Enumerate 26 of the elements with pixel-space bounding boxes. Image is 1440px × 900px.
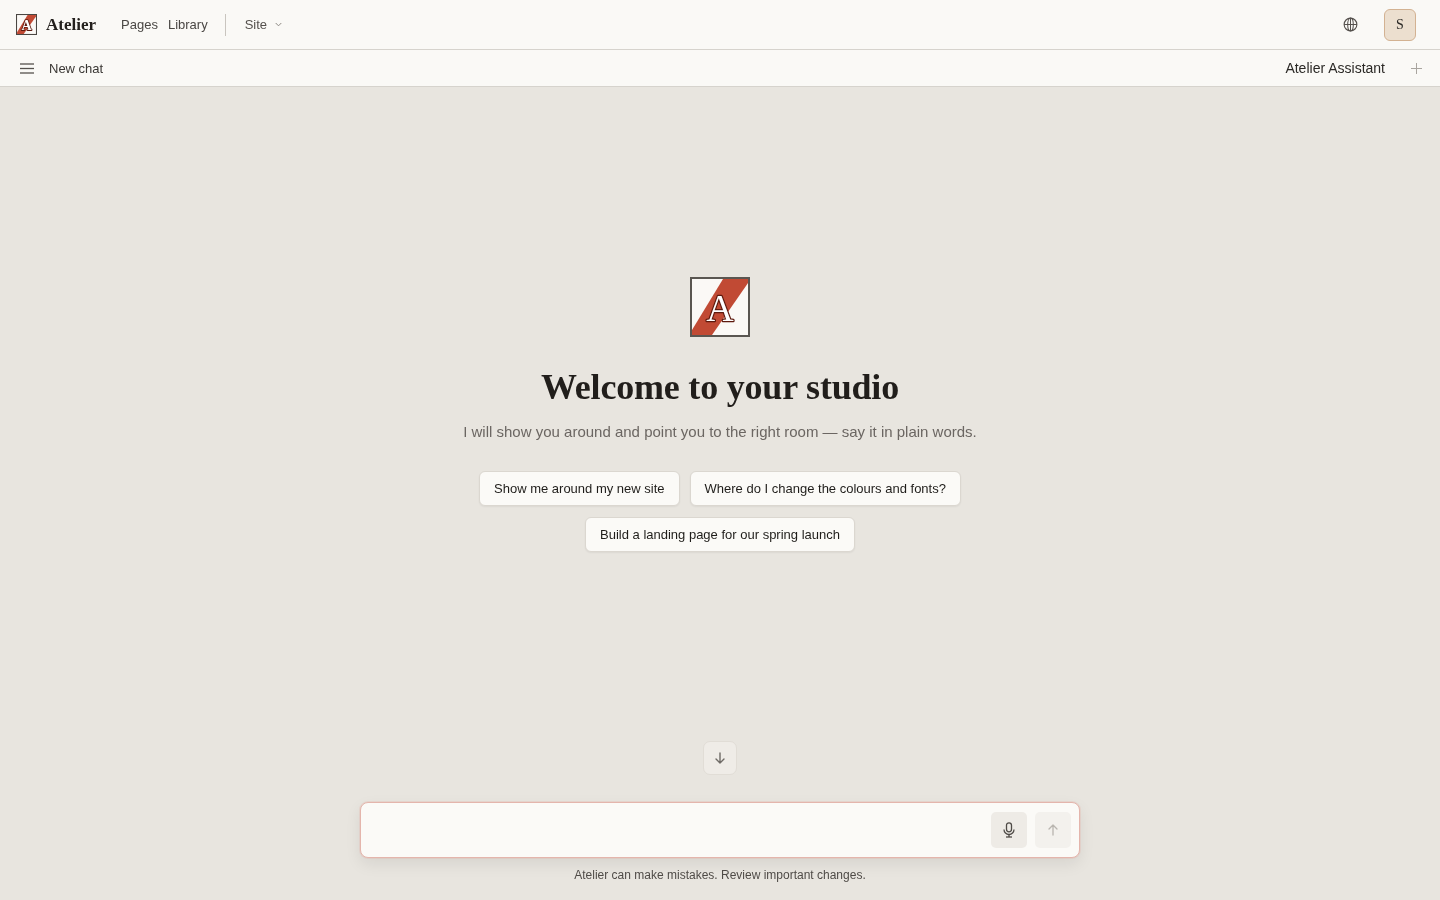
chevron-down-icon (275, 22, 283, 27)
disclaimer-text: Atelier can make mistakes. Review important changes. (574, 868, 866, 882)
suggestion-button[interactable]: Build a landing page for our spring launch (585, 517, 855, 552)
menu-icon (20, 62, 34, 74)
nav-link[interactable]: Library (167, 17, 208, 32)
site-dropdown[interactable]: Site (244, 17, 283, 32)
assistant-title: Atelier Assistant (1285, 60, 1385, 76)
suggestion-button[interactable]: Where do I change the colours and fonts? (689, 471, 961, 506)
arrow-up-icon (1047, 824, 1059, 836)
arrow-down-icon (714, 752, 726, 764)
menu-button[interactable] (20, 62, 34, 74)
plus-icon (1411, 62, 1422, 74)
language-button[interactable] (1343, 17, 1358, 32)
microphone-button[interactable] (991, 812, 1027, 848)
welcome-title: Welcome to your studio (541, 366, 899, 408)
globe-icon (1343, 17, 1358, 32)
brand-name: Atelier (46, 14, 97, 35)
avatar-button[interactable]: S (1384, 8, 1416, 41)
suggestion-button[interactable]: Show me around my new site (479, 471, 680, 506)
microphone-icon (1003, 822, 1015, 838)
scroll-down-button[interactable] (703, 741, 737, 775)
message-input[interactable] (360, 802, 1080, 858)
add-button[interactable] (1411, 62, 1422, 74)
chat-title: New chat (49, 60, 104, 76)
nav-link[interactable]: Pages (121, 17, 158, 32)
welcome-subtitle: I will show you around and point you to the right room — say it in plain words. (463, 422, 977, 442)
